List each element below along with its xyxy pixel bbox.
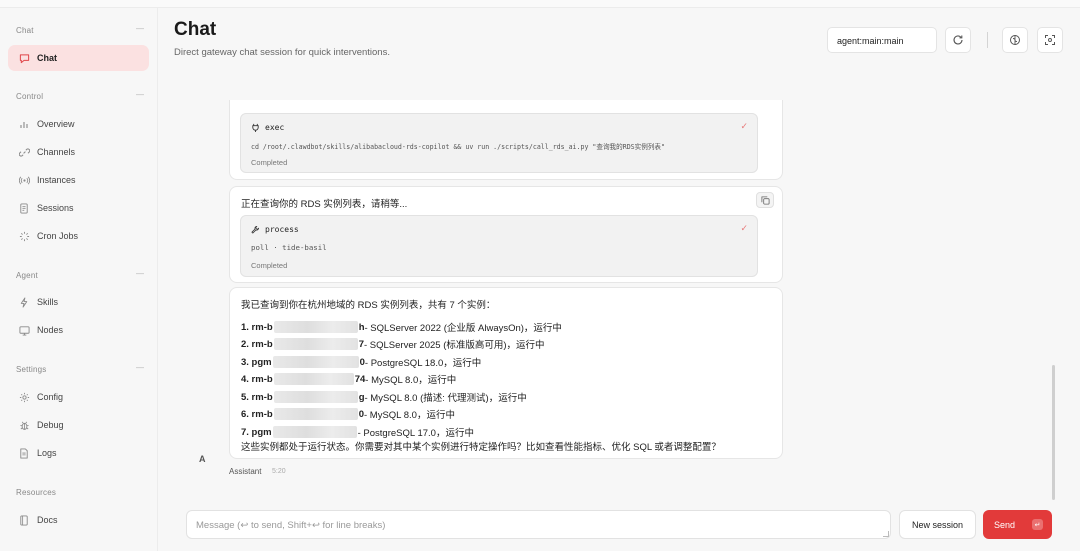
wrench-icon [251,225,260,234]
assistant-message: 正在查询你的 RDS 实例列表，请稍等... process ✓ poll · … [229,186,783,283]
file-text-icon [18,447,30,459]
new-session-button[interactable]: New session [899,510,976,539]
check-icon: ✓ [740,121,748,131]
sidebar-item-label: Config [37,392,64,402]
sidebar-group-control: Control [16,92,44,101]
brain-icon [1010,35,1020,45]
list-item: 1. rm-b h - SQLServer 2022 (企业版 AlwaysOn)… [241,321,562,334]
sidebar: Chat — Chat Control — Overview Channels … [0,8,158,551]
tool-status: Completed [251,261,288,270]
collapse-chevron-icon[interactable]: — [136,24,144,33]
bolt-icon [18,296,30,308]
sidebar-item-label: Chat [37,53,57,63]
sidebar-group-chat: Chat [16,26,34,35]
book-icon [18,514,30,526]
sidebar-item-label: Debug [37,420,64,430]
sidebar-group-resources: Resources [16,488,57,497]
tool-command: cd /root/.clawdbot/skills/alibabacloud-r… [251,143,665,151]
bar-chart-icon [18,118,30,130]
sidebar-item-label: Overview [37,119,75,129]
sidebar-item-cron-jobs[interactable]: Cron Jobs [8,223,149,249]
refresh-icon [953,35,963,45]
link-icon [18,146,30,158]
enter-key-icon: ↵ [1032,519,1043,530]
message-intro: 我已查询到你在杭州地域的 RDS 实例列表，共有 7 个实例： [241,300,496,311]
sidebar-item-logs[interactable]: Logs [8,440,149,466]
toolbar-divider [987,32,988,48]
tool-message: exec ✓ cd /root/.clawdbot/skills/alibaba… [229,100,783,180]
radio-icon [18,174,30,186]
agent-session-select[interactable]: agent:main:main [827,27,937,53]
sidebar-item-config[interactable]: Config [8,384,149,410]
brain-toggle-button[interactable] [1002,27,1028,53]
sidebar-item-skills[interactable]: Skills [8,289,149,315]
avatar: A [199,454,206,464]
sidebar-item-label: Logs [37,448,57,458]
plug-icon [252,123,259,132]
chat-scrollbar[interactable] [1052,365,1055,500]
sidebar-item-debug[interactable]: Debug [8,412,149,438]
collapse-chevron-icon[interactable]: — [136,363,144,372]
focus-icon [1045,35,1055,45]
tool-status: Completed [251,158,288,167]
message-input[interactable]: Message (↩ to send, Shift+↩ for line bre… [186,510,891,539]
tool-detail: poll · tide-basil [251,243,327,252]
list-item: 3. pgm 0 - PostgreSQL 18.0，运行中 [241,356,482,369]
message-text: 正在查询你的 RDS 实例列表，请稍等... [241,199,408,210]
send-button[interactable]: Send ↵ [983,510,1052,539]
document-icon [18,202,30,214]
message-timestamp: 5:20 [272,468,286,475]
sidebar-item-label: Docs [37,515,58,525]
page-subtitle: Direct gateway chat session for quick in… [174,47,390,58]
gear-icon [18,391,30,403]
assistant-message: 我已查询到你在杭州地域的 RDS 实例列表，共有 7 个实例： 1. rm-b h… [229,287,783,459]
sidebar-item-label: Sessions [37,203,74,213]
copy-button[interactable] [756,192,774,208]
sidebar-item-overview[interactable]: Overview [8,111,149,137]
chat-bubble-icon [18,52,30,64]
copy-icon [760,195,770,205]
collapse-chevron-icon[interactable]: — [136,90,144,99]
window-top-bar [0,0,1080,8]
sidebar-item-channels[interactable]: Channels [8,139,149,165]
monitor-icon [18,324,30,336]
sidebar-item-label: Instances [37,175,76,185]
list-item: 4. rm-b 74 - MySQL 8.0，运行中 [241,373,457,386]
list-item: 6. rm-b 0 - MySQL 8.0，运行中 [241,408,455,421]
sender-name: Assistant [229,467,262,476]
sidebar-item-label: Skills [37,297,59,307]
sidebar-item-label: Nodes [37,325,64,335]
sidebar-item-instances[interactable]: Instances [8,167,149,193]
bug-icon [18,419,30,431]
page-title: Chat [174,19,217,40]
sidebar-item-docs[interactable]: Docs [8,507,149,533]
sidebar-item-nodes[interactable]: Nodes [8,317,149,343]
sidebar-item-chat[interactable]: Chat [8,45,149,71]
sidebar-item-label: Cron Jobs [37,231,79,241]
tool-name: exec [251,123,284,132]
tool-name: process [251,225,299,234]
resize-handle[interactable] [883,531,889,537]
sidebar-group-agent: Agent [16,271,38,280]
sidebar-group-settings: Settings [16,365,47,374]
sidebar-item-label: Channels [37,147,76,157]
loader-icon [18,230,30,242]
send-button-label: Send [994,519,1016,530]
focus-mode-button[interactable] [1037,27,1063,53]
tool-card-process: process ✓ poll · tide-basil Completed [240,215,758,277]
message-outro: 这些实例都处于运行状态。你需要对其中某个实例进行特定操作吗？比如查看性能指标、优… [241,442,721,453]
list-item: 2. rm-b 7 - SQLServer 2025 (标准版高可用)，运行中 [241,338,545,351]
sidebar-item-sessions[interactable]: Sessions [8,195,149,221]
check-icon: ✓ [740,223,748,233]
list-item: 7. pgm - PostgreSQL 17.0，运行中 [241,426,474,439]
list-item: 5. rm-b g - MySQL 8.0 (描述: 代理测试)，运行中 [241,391,527,404]
collapse-chevron-icon[interactable]: — [136,269,144,278]
tool-card-exec: exec ✓ cd /root/.clawdbot/skills/alibaba… [240,113,758,173]
refresh-button[interactable] [945,27,971,53]
